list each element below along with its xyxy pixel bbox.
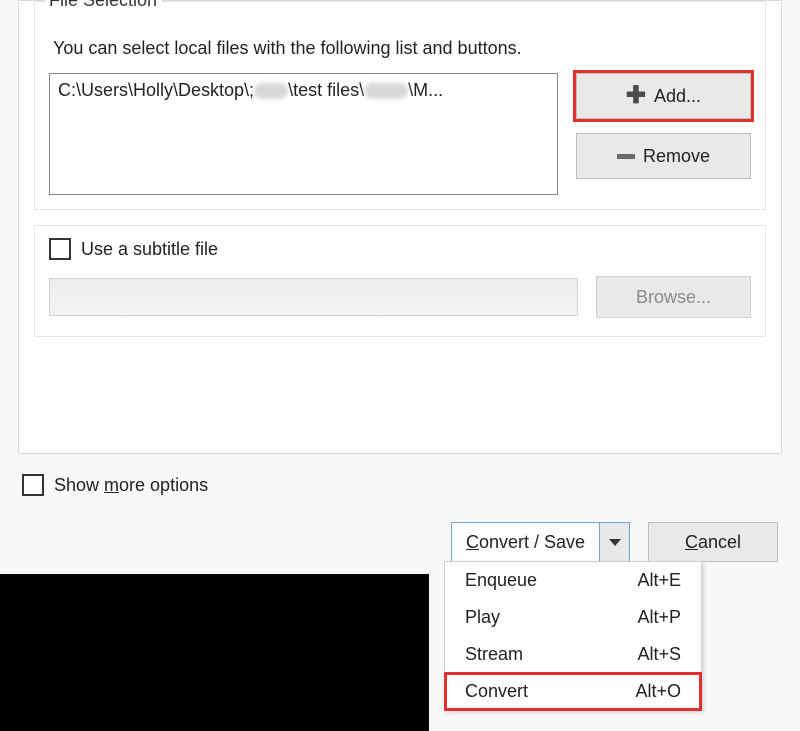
minus-icon (617, 154, 635, 159)
browse-button-label: Browse... (636, 287, 711, 308)
add-button-label: Add... (654, 86, 701, 107)
show-more-options-label: Show more options (54, 475, 208, 496)
menu-item-shortcut: Alt+S (637, 644, 681, 665)
menu-item-convert[interactable]: Convert Alt+O (445, 673, 701, 710)
menu-item-label: Stream (465, 644, 523, 665)
chevron-down-icon (609, 539, 621, 546)
subtitle-checkbox[interactable] (49, 238, 71, 260)
open-media-dialog: File Selection You can select local file… (18, 0, 782, 454)
add-button[interactable]: ✚ Add... (576, 73, 751, 119)
menu-item-shortcut: Alt+P (637, 607, 681, 628)
remove-button[interactable]: Remove (576, 133, 751, 179)
convert-save-button[interactable]: Convert / Save (451, 522, 630, 562)
file-selection-group: File Selection You can select local file… (34, 1, 766, 210)
file-row: C:\Users\Holly\Desktop\;\test files\\M..… (49, 73, 751, 195)
file-buttons: ✚ Add... Remove (576, 73, 751, 179)
show-more-options-checkbox[interactable] (22, 474, 44, 496)
file-list-item[interactable]: C:\Users\Holly\Desktop\;\test files\\M..… (58, 80, 443, 100)
menu-item-enqueue[interactable]: Enqueue Alt+E (445, 562, 701, 599)
menu-item-stream[interactable]: Stream Alt+S (445, 636, 701, 673)
black-region (0, 574, 429, 731)
menu-item-shortcut: Alt+O (635, 681, 681, 702)
convert-save-main[interactable]: Convert / Save (452, 523, 599, 561)
convert-save-dropdown-toggle[interactable] (599, 523, 629, 561)
convert-save-label: Convert / Save (466, 532, 585, 553)
browse-button[interactable]: Browse... (596, 276, 751, 318)
menu-item-label: Enqueue (465, 570, 537, 591)
subtitle-row: Browse... (49, 276, 751, 318)
bottom-button-row: Convert / Save Cancel (0, 522, 778, 562)
remove-button-label: Remove (643, 146, 710, 167)
menu-item-shortcut: Alt+E (637, 570, 681, 591)
menu-item-label: Convert (465, 681, 528, 702)
convert-save-dropdown-menu: Enqueue Alt+E Play Alt+P Stream Alt+S Co… (444, 561, 702, 711)
plus-icon: ✚ (626, 84, 646, 108)
subtitle-path-input[interactable] (49, 278, 578, 316)
show-more-options-row[interactable]: Show more options (22, 474, 800, 496)
file-list[interactable]: C:\Users\Holly\Desktop\;\test files\\M..… (49, 73, 558, 195)
subtitle-group: Use a subtitle file Browse... (34, 225, 766, 337)
cancel-button-label: Cancel (685, 532, 741, 553)
subtitle-checkbox-row[interactable]: Use a subtitle file (49, 238, 751, 260)
cancel-button[interactable]: Cancel (648, 522, 778, 562)
group-title: File Selection (45, 0, 161, 11)
menu-item-label: Play (465, 607, 500, 628)
group-description: You can select local files with the foll… (53, 38, 751, 59)
menu-item-play[interactable]: Play Alt+P (445, 599, 701, 636)
subtitle-checkbox-label: Use a subtitle file (81, 239, 218, 260)
